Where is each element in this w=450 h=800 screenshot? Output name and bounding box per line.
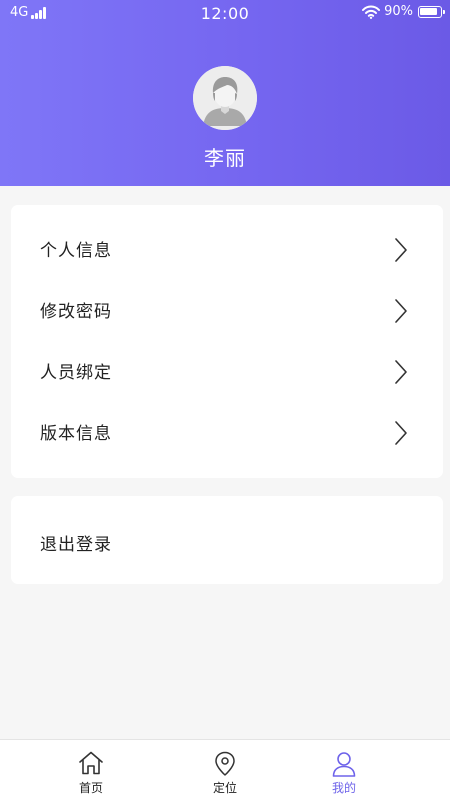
profile-header: 4G 12:00 90% 李丽 xyxy=(0,0,450,186)
logout-button[interactable]: 退出登录 xyxy=(11,496,443,584)
menu-item-label: 修改密码 xyxy=(40,302,112,322)
menu-item-label: 版本信息 xyxy=(40,424,112,444)
menu-item-version-info[interactable]: 版本信息 xyxy=(11,402,443,463)
avatar[interactable] xyxy=(193,66,257,130)
menu-item-label: 个人信息 xyxy=(40,241,112,261)
chevron-right-icon xyxy=(395,360,407,384)
menu-item-label: 人员绑定 xyxy=(40,363,112,383)
settings-menu: 个人信息 修改密码 人员绑定 版本信息 xyxy=(11,205,443,478)
status-bar: 4G 12:00 90% xyxy=(0,0,450,28)
battery-icon xyxy=(418,5,445,18)
tab-label: 首页 xyxy=(78,781,103,795)
user-icon xyxy=(332,752,356,777)
tab-label: 我的 xyxy=(331,781,356,795)
logout-label: 退出登录 xyxy=(40,535,112,555)
home-icon xyxy=(79,751,103,775)
bottom-tab-bar: 首页 定位 我的 xyxy=(0,739,450,800)
menu-item-change-password[interactable]: 修改密码 xyxy=(11,280,443,341)
chevron-right-icon xyxy=(395,299,407,323)
tab-label: 定位 xyxy=(212,781,237,795)
tab-mine[interactable]: 我的 xyxy=(284,740,404,800)
status-right: 90% xyxy=(362,4,445,19)
chevron-right-icon xyxy=(395,238,407,262)
default-avatar-icon xyxy=(193,66,257,130)
tab-home[interactable]: 首页 xyxy=(31,740,151,800)
tab-location[interactable]: 定位 xyxy=(165,740,285,800)
battery-fill xyxy=(420,7,437,15)
battery-percent: 90% xyxy=(384,4,413,19)
wifi-icon xyxy=(362,5,381,19)
chevron-right-icon xyxy=(395,421,407,445)
menu-item-personnel-binding[interactable]: 人员绑定 xyxy=(11,341,443,402)
menu-item-personal-info[interactable]: 个人信息 xyxy=(11,219,443,280)
user-name: 李丽 xyxy=(204,146,246,170)
location-pin-icon xyxy=(215,751,235,776)
